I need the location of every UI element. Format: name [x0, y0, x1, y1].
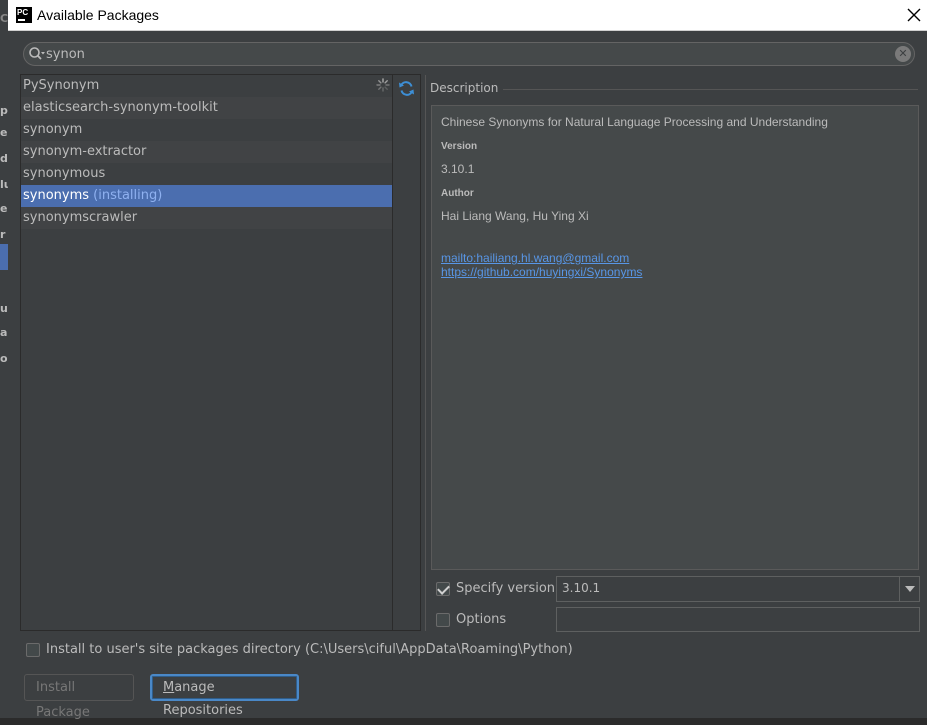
search-input[interactable] — [46, 45, 886, 63]
background-text: lu — [0, 178, 8, 191]
close-icon — [907, 8, 921, 22]
package-name: elasticsearch-synonym-toolkit — [23, 100, 218, 115]
version-heading: Version — [441, 141, 478, 152]
background-text: e — [0, 202, 8, 215]
options-label: Options — [456, 612, 507, 627]
button-label: anage Repositories — [163, 680, 243, 718]
email-link[interactable]: mailto:hailiang.hl.wang@gmail.com — [441, 251, 629, 265]
install-status: (installing) — [93, 188, 163, 203]
divider — [503, 89, 918, 90]
background-selection — [0, 244, 8, 270]
clear-icon[interactable]: ✕ — [895, 46, 911, 62]
chevron-down-icon — [905, 586, 915, 592]
specify-version-label: Specify version — [456, 581, 556, 596]
version-dropdown[interactable]: 3.10.1 — [556, 576, 920, 602]
background-text: o — [0, 352, 8, 365]
list-item[interactable]: synonym-extractor — [21, 141, 392, 163]
version-value: 3.10.1 — [441, 162, 475, 176]
package-list[interactable]: PySynonym elasticsearch-synonym-toolkit … — [20, 74, 393, 631]
options-checkbox[interactable] — [436, 613, 450, 627]
package-name: synonym-extractor — [23, 144, 147, 159]
list-item[interactable]: elasticsearch-synonym-toolkit — [21, 97, 392, 119]
title-bar: PC Available Packages — [8, 0, 927, 31]
options-input[interactable] — [556, 607, 920, 632]
background-text: r — [0, 228, 6, 241]
list-item[interactable]: synonymous — [21, 163, 392, 185]
available-packages-dialog: ✕ PySynonym elasticsearch-synonym-toolki… — [8, 31, 927, 720]
list-item[interactable]: synonymscrawler — [21, 207, 392, 229]
install-package-button[interactable]: Install Package — [24, 674, 134, 720]
package-name: synonyms — [23, 188, 90, 203]
author-value: Hai Liang Wang, Hu Ying Xi — [441, 209, 589, 223]
list-toolbar — [393, 74, 421, 631]
background-text: C — [0, 12, 8, 25]
package-name: PySynonym — [23, 78, 100, 93]
install-to-user-checkbox[interactable] — [26, 643, 40, 657]
version-dropdown-value: 3.10.1 — [562, 581, 601, 595]
background-window-edge — [0, 718, 927, 725]
search-icon[interactable] — [28, 46, 46, 62]
pycharm-icon: PC — [16, 7, 32, 23]
list-item[interactable]: PySynonym — [21, 75, 392, 97]
window-title: Available Packages — [37, 7, 159, 23]
background-text: a — [0, 326, 8, 339]
package-summary: Chinese Synonyms for Natural Language Pr… — [441, 115, 828, 129]
description-label: Description — [430, 81, 499, 95]
app-icon-text: PC — [17, 8, 29, 17]
search-field[interactable]: ✕ — [23, 42, 915, 66]
close-button[interactable] — [903, 4, 925, 26]
background-text: p — [0, 104, 8, 117]
divider — [425, 75, 426, 631]
package-name: synonym — [23, 122, 83, 137]
install-to-user-label: Install to user's site packages director… — [46, 642, 573, 657]
refresh-icon[interactable] — [398, 80, 415, 97]
mnemonic-letter: M — [163, 680, 175, 695]
list-item[interactable]: synonym — [21, 119, 392, 141]
background-text: d — [0, 152, 8, 165]
homepage-link[interactable]: https://github.com/huyingxi/Synonyms — [441, 265, 642, 279]
package-name: synonymous — [23, 166, 106, 181]
description-panel: Chinese Synonyms for Natural Language Pr… — [431, 105, 919, 570]
background-text: u — [0, 302, 8, 315]
dropdown-arrow-button[interactable] — [899, 577, 919, 601]
package-name: synonymscrawler — [23, 210, 138, 225]
loading-spinner-icon — [376, 78, 390, 92]
manage-repositories-button[interactable]: Manage Repositories — [150, 674, 299, 718]
specify-version-checkbox[interactable] — [436, 582, 450, 596]
list-item-selected[interactable]: synonyms (installing) — [21, 185, 392, 207]
background-text: e — [0, 126, 8, 139]
author-heading: Author — [441, 188, 474, 199]
